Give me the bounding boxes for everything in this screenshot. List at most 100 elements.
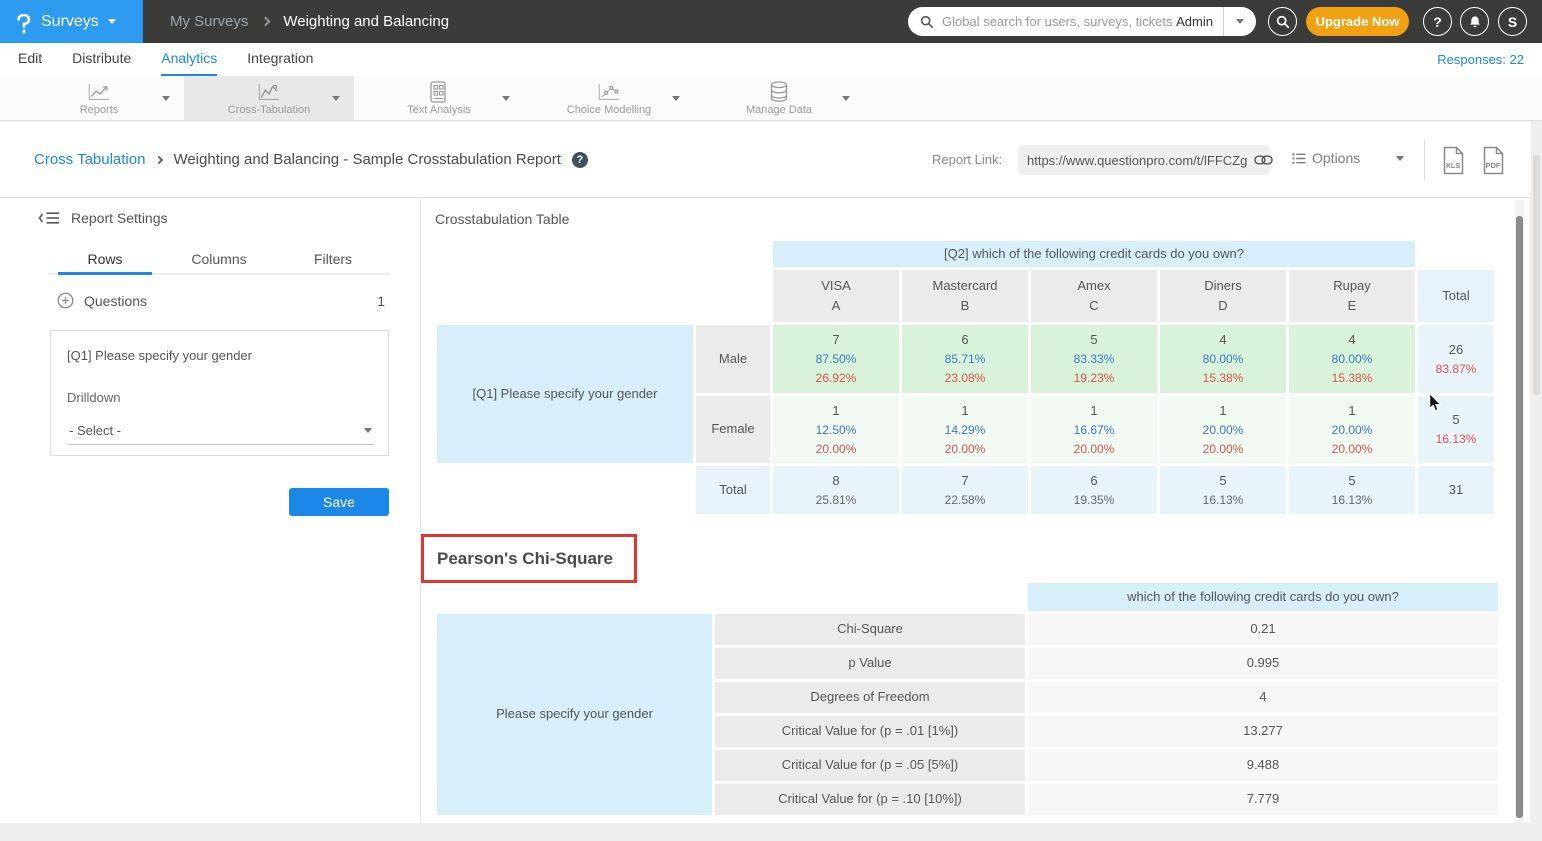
settings-tab-filters[interactable]: Filters	[276, 246, 390, 273]
survey-tabs: Edit Distribute Analytics Integration	[18, 43, 313, 76]
options-button[interactable]: Options	[1292, 150, 1360, 166]
crosstab-cell: 583.33%19.23%	[1031, 325, 1157, 393]
toolbar-cross-tabulation[interactable]: Cross-Tabulation	[184, 76, 354, 120]
drilldown-select[interactable]: - Select -	[67, 417, 374, 445]
stat-value: 7.779	[1247, 789, 1280, 809]
column-header-visa: VISAA	[773, 270, 899, 322]
chi-square-stat-label: Chi-Square	[715, 614, 1025, 645]
help-button[interactable]: ?	[1423, 7, 1452, 36]
stat-value: 4	[1259, 687, 1266, 707]
row-question-text: Please specify your gender	[496, 704, 653, 724]
cell-column-percent: 87.50%	[816, 350, 857, 369]
cell-column-percent: 85.71%	[945, 350, 986, 369]
toolbar-reports[interactable]: Reports	[14, 76, 184, 120]
questions-count: 1	[377, 293, 385, 309]
cell-count: 5	[1452, 410, 1459, 430]
report-link-field[interactable]: https://www.questionpro.com/t/lFFCZg	[1018, 145, 1270, 175]
drilldown-label: Drilldown	[67, 390, 120, 405]
row-header-male: Male	[696, 325, 770, 393]
search-button[interactable]	[1268, 7, 1297, 36]
column-code: E	[1348, 296, 1357, 316]
page-scrollbar-thumb[interactable]	[1533, 155, 1540, 395]
total-column-header: Total	[1418, 270, 1494, 322]
crosstab-table: [Q2] which of the following credit cards…	[437, 241, 1494, 514]
column-header-text: which of the following credit cards do y…	[1127, 587, 1399, 607]
chi-square-stat-label: Critical Value for (p = .01 [1%])	[715, 716, 1025, 747]
row-total-cell: 2683.87%	[1418, 325, 1494, 393]
chi-square-column-header: which of the following credit cards do y…	[1028, 583, 1498, 611]
responses-count[interactable]: Responses: 22	[1437, 43, 1524, 76]
cell-column-percent: 20.00%	[1203, 421, 1244, 440]
save-button[interactable]: Save	[289, 488, 389, 516]
export-xls-button[interactable]: XLS	[1441, 146, 1465, 175]
pearson-chi-square-annotation: Pearson's Chi-Square	[421, 534, 637, 583]
notifications-button[interactable]	[1460, 7, 1489, 36]
chevron-down-icon[interactable]	[332, 96, 340, 101]
cell-row-percent: 15.38%	[1332, 369, 1373, 388]
cross-tabulation-link[interactable]: Cross Tabulation	[34, 151, 145, 168]
chevron-down-icon	[1236, 19, 1244, 24]
choice-modelling-icon	[597, 81, 621, 103]
add-question-icon[interactable]	[57, 292, 74, 309]
settings-tab-columns[interactable]: Columns	[162, 246, 276, 273]
chevron-down-icon[interactable]	[1396, 156, 1404, 161]
help-icon[interactable]: ?	[572, 152, 588, 168]
cell-count: 4	[1348, 330, 1355, 350]
tab-edit[interactable]: Edit	[18, 43, 42, 76]
upgrade-now-button[interactable]: Upgrade Now	[1306, 7, 1409, 36]
chevron-down-icon[interactable]	[672, 96, 680, 101]
report-settings-toggle[interactable]: Report Settings	[38, 210, 168, 226]
cell-column-percent: 80.00%	[1332, 350, 1373, 369]
toolbar-label: Reports	[80, 104, 119, 116]
report-header: Cross Tabulation Weighting and Balancing…	[0, 122, 1542, 198]
breadcrumb: My Surveys Weighting and Balancing	[170, 0, 449, 43]
cell-row-percent: 83.87%	[1436, 360, 1477, 379]
cell-count: 31	[1449, 480, 1463, 500]
toolbar-text-analysis[interactable]: Text Analysis	[354, 76, 524, 120]
column-name: Amex	[1077, 276, 1110, 296]
toolbar-manage-data[interactable]: Manage Data	[694, 76, 864, 120]
export-pdf-button[interactable]: PDF	[1481, 146, 1505, 175]
cell-column-percent: 80.00%	[1203, 350, 1244, 369]
settings-tab-rows[interactable]: Rows	[48, 246, 162, 273]
tab-analytics[interactable]: Analytics	[161, 43, 217, 76]
survey-tab-row: Edit Distribute Analytics Integration Respo…	[0, 43, 1542, 76]
search-scope-dropdown[interactable]	[1224, 7, 1256, 36]
link-icon[interactable]	[1254, 154, 1273, 166]
toolbar-choice-modelling[interactable]: Choice Modelling	[524, 76, 694, 120]
cell-row-percent: 23.08%	[945, 369, 986, 388]
column-name: VISA	[821, 276, 851, 296]
breadcrumb-my-surveys[interactable]: My Surveys	[170, 13, 248, 30]
total-row-cell: 722.58%	[902, 466, 1028, 514]
stat-label: Degrees of Freedom	[810, 687, 929, 707]
reports-chart-icon	[87, 81, 111, 103]
cell-count: 5	[1219, 471, 1226, 491]
chi-square-stat-label: Critical Value for (p = .05 [5%])	[715, 750, 1025, 781]
product-switcher[interactable]: Surveys	[0, 0, 143, 43]
toolbar-label: Choice Modelling	[567, 104, 651, 116]
questions-section-header[interactable]: Questions 1	[48, 291, 390, 311]
chevron-down-icon[interactable]	[502, 96, 510, 101]
chevron-down-icon[interactable]	[162, 96, 170, 101]
search-input[interactable]	[942, 14, 1176, 29]
crosstab-cell: 120.00%20.00%	[1160, 396, 1286, 463]
avatar[interactable]: S	[1498, 7, 1527, 36]
tab-distribute[interactable]: Distribute	[72, 43, 131, 76]
total-row-cell: 825.81%	[773, 466, 899, 514]
chi-square-stat-value: 7.779	[1028, 784, 1498, 815]
questions-label: Questions	[84, 293, 147, 309]
pearson-section-title: Pearson's Chi-Square	[437, 549, 613, 569]
tab-integration[interactable]: Integration	[247, 43, 313, 76]
report-content: Report Settings RowsColumnsFilters Quest…	[0, 198, 1530, 823]
chevron-down-icon[interactable]	[842, 96, 850, 101]
collapse-panel-icon	[38, 210, 60, 226]
crosstab-cell: 480.00%15.38%	[1160, 325, 1286, 393]
cell-column-percent: 14.29%	[945, 421, 986, 440]
total-row-cell: 516.13%	[1289, 466, 1415, 514]
row-label: Female	[711, 419, 754, 439]
report-link-url[interactable]: https://www.questionpro.com/t/lFFCZg	[1027, 153, 1247, 168]
cell-row-percent: 20.00%	[1074, 440, 1115, 459]
chi-square-stat-value: 0.995	[1028, 648, 1498, 679]
content-scrollbar-thumb[interactable]	[1516, 216, 1523, 818]
crosstab-cell: 116.67%20.00%	[1031, 396, 1157, 463]
